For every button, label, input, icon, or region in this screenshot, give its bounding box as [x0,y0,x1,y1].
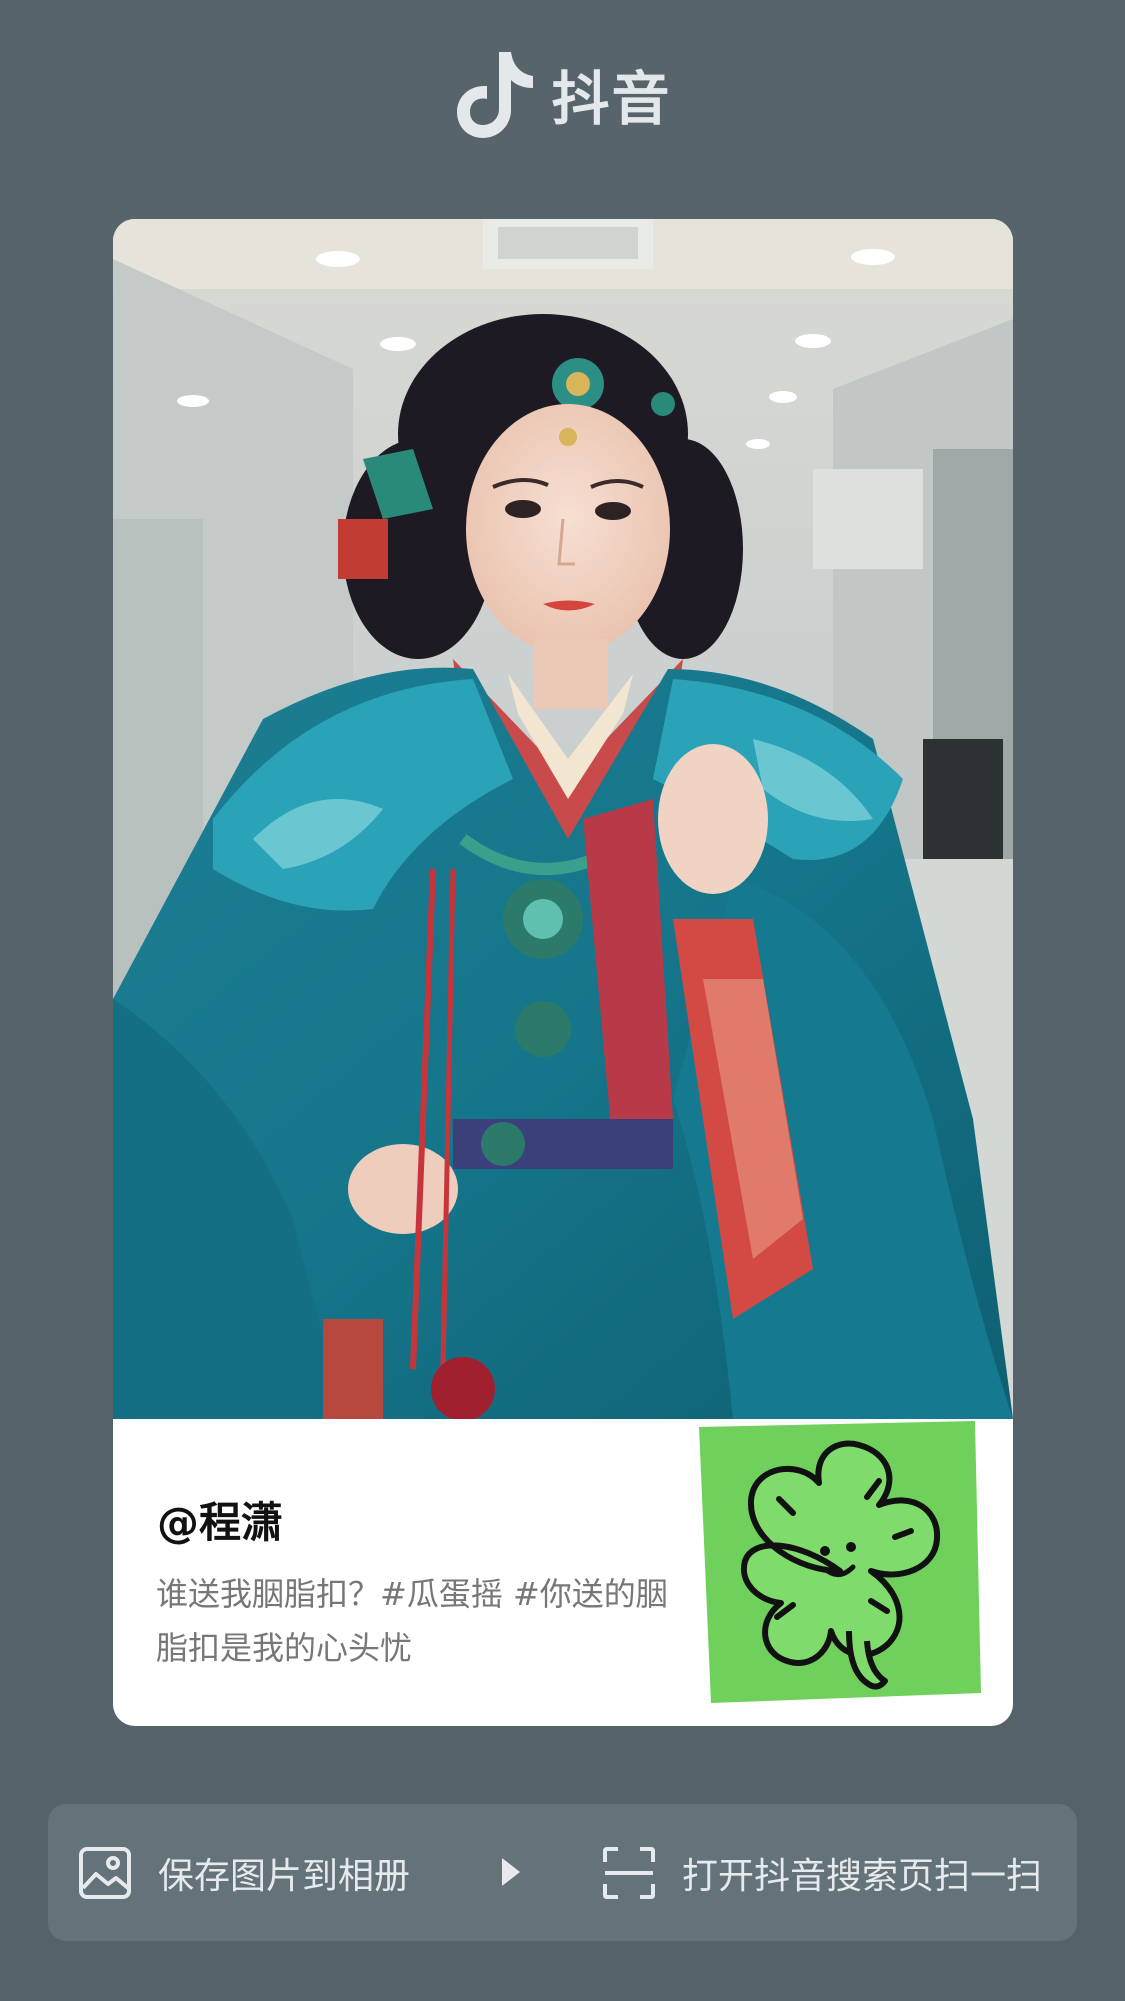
tiktok-note-icon [457,52,534,138]
card-info: @程潇 谁送我胭脂扣？#瓜蛋摇 #你送的胭脂扣是我的心头忧 [113,1419,1013,1726]
play-arrow-icon [502,1858,520,1886]
app-name: 抖音 [551,65,672,133]
author-handle: @程潇 [157,1498,284,1547]
save-to-album-label: 保存图片到相册 [158,1855,411,1897]
video-cover-photo [113,219,1013,1419]
save-to-album-button[interactable]: 保存图片到相册 [78,1804,478,1941]
image-gallery-icon [79,1846,131,1899]
share-poster-page: 抖音 @程潇 谁送我胭脂扣？#瓜蛋摇 #你送的胭脂扣是我的心头忧 保存图片到相册… [0,0,1125,2001]
scan-frame-icon [603,1846,655,1899]
open-douyin-scan-label: 打开抖音搜索页扫一扫 [682,1855,1043,1897]
share-card: @程潇 谁送我胭脂扣？#瓜蛋摇 #你送的胭脂扣是我的心头忧 [113,219,1013,1726]
app-logo: 抖音 [0,44,1125,144]
video-description: 谁送我胭脂扣？#瓜蛋摇 #你送的胭脂扣是我的心头忧 [156,1575,668,1667]
open-douyin-scan-button[interactable]: 打开抖音搜索页扫一扫 [602,1804,1062,1941]
bottom-action-bar: 保存图片到相册 打开抖音搜索页扫一扫 [48,1804,1077,1941]
green-clover-face-sticker [699,1421,981,1703]
